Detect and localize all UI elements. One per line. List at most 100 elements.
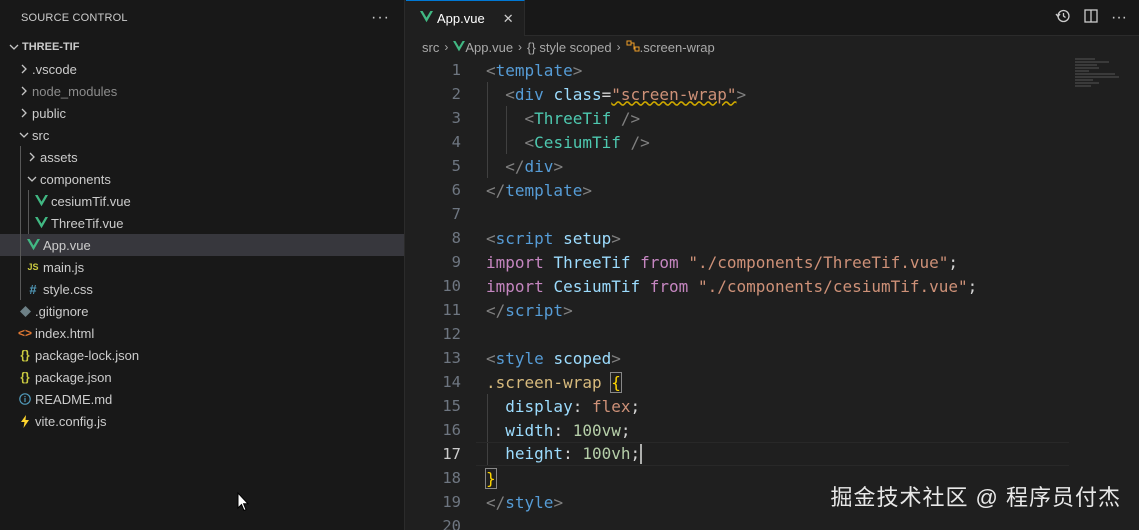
timeline-history-icon[interactable] [1055,8,1071,29]
tree-item-threetif-vue[interactable]: ThreeTif.vue [0,212,404,234]
indent-guide [28,212,29,234]
code-line: 1 <template> [406,58,1139,82]
breadcrumb-src[interactable]: src [422,40,439,55]
line-number: 5 [451,157,461,175]
chevron-down-icon [24,174,40,184]
tree-item-assets[interactable]: assets [0,146,404,168]
line-number: 18 [442,469,461,487]
code-line: 15 display: flex; [406,394,1139,418]
line-number: 1 [451,61,461,79]
indent-guide [20,168,21,190]
line-number: 7 [451,205,461,223]
tree-item-node-modules[interactable]: node_modules [0,80,404,102]
minimap[interactable] [1075,58,1125,98]
more-actions-icon[interactable]: ··· [1111,9,1127,27]
tree-item-label: App.vue [43,237,91,253]
json-file-icon: {} [20,348,30,362]
tree-item-label: .gitignore [35,303,89,319]
code-line: 20 [406,514,1139,530]
line-number: 13 [442,349,461,367]
tree-item-label: public [32,105,66,121]
code-line: 12 [406,322,1139,346]
line-number: 15 [442,397,461,415]
chevron-right-icon [16,64,32,74]
vue-file-icon [33,215,49,231]
tab-app-vue[interactable]: App.vue ✕ [406,0,525,36]
text-cursor [640,444,643,465]
indent-guide [20,278,21,300]
chevron-right-icon: › [616,40,621,54]
line-number: 17 [442,445,461,463]
sidebar-header: SOURCE CONTROL ··· [0,0,404,36]
tree-item-app-vue[interactable]: App.vue [0,234,404,256]
line-number: 8 [451,229,461,247]
tree-item-public[interactable]: public [0,102,404,124]
tree-item-package-json[interactable]: {} package.json [0,366,404,388]
indent-guide [20,256,21,278]
line-number: 12 [442,325,461,343]
vite-bolt-icon [17,413,33,429]
tree-item-src[interactable]: src [0,124,404,146]
breadcrumb-selector[interactable]: .screen-wrap [640,40,715,55]
git-file-icon [17,303,33,319]
line-number: 9 [451,253,461,271]
tree-item-label: src [32,127,50,143]
chevron-right-icon [16,86,32,96]
breadcrumb-block[interactable]: {} style scoped [527,40,612,55]
css-file-icon: # [29,281,37,297]
tree-item-label: package.json [35,369,112,385]
tree-item-package-lock-json[interactable]: {} package-lock.json [0,344,404,366]
tab-bar: App.vue ✕ ··· [406,0,1139,36]
js-file-icon: JS [27,262,39,272]
line-number: 20 [442,517,461,530]
tree-item-vscode[interactable]: .vscode [0,58,404,80]
watermark-text: 掘金技术社区 @ 程序员付杰 [830,485,1121,510]
indent-guide [28,190,29,212]
code-line: 16 width: 100vw; [406,418,1139,442]
html-file-icon: <> [17,326,32,340]
tree-item-style-css[interactable]: # style.css [0,278,404,300]
code-line: 3 <ThreeTif /> [406,106,1139,130]
code-line: 5 </div> [406,154,1139,178]
breadcrumb: src › App.vue › {} style scoped › .scree… [406,36,1139,58]
breadcrumb-file[interactable]: App.vue [465,40,513,55]
tree-item-vite-config-js[interactable]: vite.config.js [0,410,404,432]
code-line: 7 [406,202,1139,226]
tree-item-label: README.md [35,391,113,407]
tree-item-label: .vscode [32,61,77,77]
code-line: 9 import ThreeTif from "./components/Thre… [406,250,1139,274]
chevron-right-icon [16,108,32,118]
tree-item-main-js[interactable]: JS main.js [0,256,404,278]
chevron-right-icon: › [444,40,449,54]
line-number: 19 [442,493,461,511]
tree-root-folder[interactable]: THREE-TIF [0,36,404,58]
json-file-icon: {} [20,370,30,384]
line-number: 4 [451,133,461,151]
tree-item-label: package-lock.json [35,347,140,363]
tree-item-components[interactable]: components [0,168,404,190]
code-line-active: 17 height: 100vh; [406,442,1139,466]
tree-item-label: assets [40,149,78,165]
more-actions-icon[interactable]: ··· [371,9,390,27]
tree-item-cesiumtif-vue[interactable]: cesiumTif.vue [0,190,404,212]
tree-item-gitignore[interactable]: .gitignore [0,300,404,322]
tab-label: App.vue [437,11,485,26]
tree-item-readme-md[interactable]: README.md [0,388,404,410]
tree-item-label: vite.config.js [35,413,107,429]
code-line: 14 .screen-wrap { [406,370,1139,394]
tree-item-label: main.js [43,259,85,275]
indent-guide [20,212,21,234]
tree-item-index-html[interactable]: <> index.html [0,322,404,344]
tree-item-label: style.css [43,281,93,297]
code-line: 2 <div class="screen-wrap"> [406,82,1139,106]
tree-item-label: THREE-TIF [22,41,80,53]
split-editor-icon[interactable] [1083,8,1099,29]
code-editor[interactable]: 1 <template> 2 <div class="screen-wrap"> … [406,58,1139,530]
code-line: 13 <style scoped> [406,346,1139,370]
close-tab-icon[interactable]: ✕ [503,11,514,27]
sidebar-title: SOURCE CONTROL [21,12,128,24]
tree-item-label: components [40,171,111,187]
code-line: 11 </script> [406,298,1139,322]
chevron-right-icon [24,152,40,162]
tree-item-label: cesiumTif.vue [51,193,131,209]
